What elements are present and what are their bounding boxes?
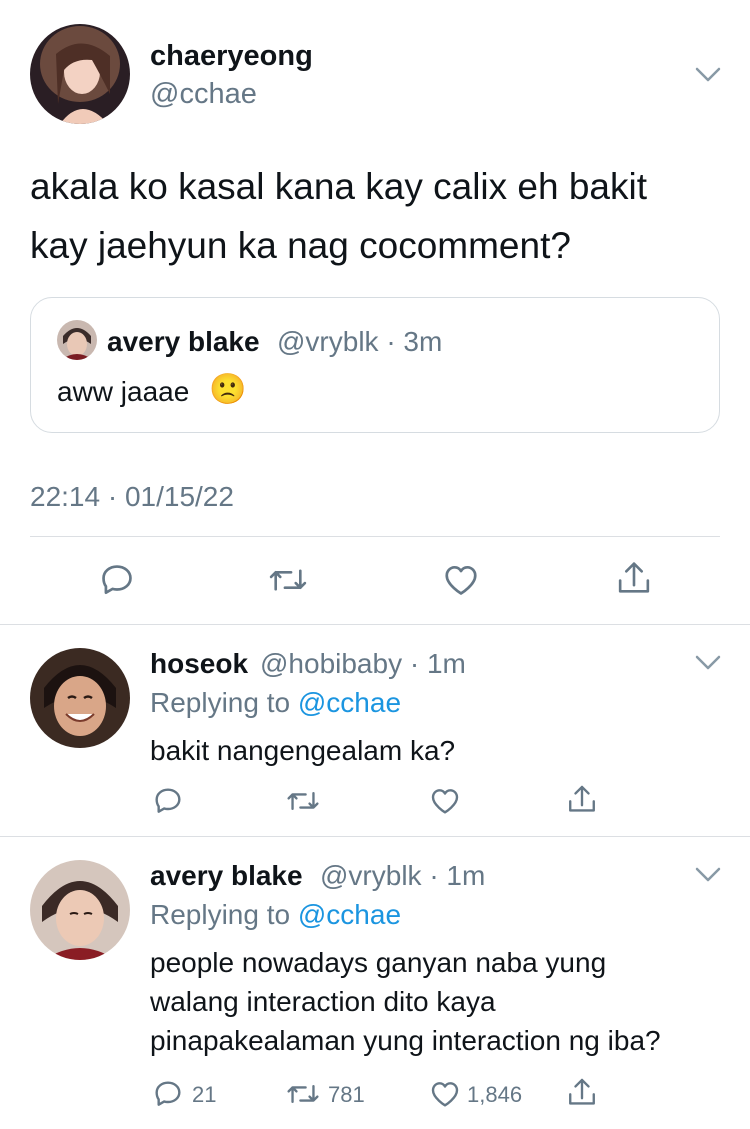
reply-icon[interactable] (98, 561, 136, 599)
reply-display-name[interactable]: avery blake (150, 860, 303, 892)
divider (30, 536, 720, 537)
tweet-timestamp[interactable]: 22:14 · 01/15/22 (30, 481, 234, 513)
like-icon[interactable] (428, 785, 462, 817)
replying-to-label: Replying to (150, 687, 291, 718)
reply-count: 21 (192, 1082, 217, 1107)
like-count: 1,846 (467, 1082, 523, 1107)
reply-text-line-3: pinapakealaman yung interaction ng iba? (150, 1025, 661, 1056)
retweet-count: 781 (328, 1082, 365, 1107)
divider (0, 836, 750, 837)
reply-text-line-1: people nowadays ganyan naba yung (150, 947, 607, 978)
share-icon[interactable] (566, 783, 598, 817)
reply-handle-time[interactable]: @vryblk · 1m (320, 860, 485, 892)
avatar-avery-blake[interactable] (30, 860, 130, 960)
like-icon[interactable] (441, 561, 481, 599)
display-name[interactable]: chaeryeong (150, 40, 313, 73)
chevron-down-icon[interactable] (694, 652, 722, 672)
avatar-chaeryeong[interactable] (30, 24, 130, 124)
reply-text-line: bakit nangengealam ka? (150, 735, 456, 766)
divider (0, 624, 750, 625)
avatar-hoseok[interactable] (30, 648, 130, 748)
quoted-text: aww jaaae (57, 376, 190, 407)
share-icon[interactable] (566, 1076, 598, 1110)
retweet-icon[interactable] (286, 1078, 320, 1110)
chevron-down-icon[interactable] (694, 64, 722, 84)
replying-to-handle-link[interactable]: @cchae (298, 687, 401, 718)
reply-handle-time[interactable]: @hobibaby · 1m (260, 648, 466, 680)
frowning-face-emoji: 🙁 (209, 372, 247, 407)
quoted-tweet-card[interactable]: avery blake @vryblk · 3m aww jaaae 🙁 (30, 297, 720, 433)
reply-icon[interactable] (152, 1078, 184, 1110)
user-handle[interactable]: @cchae (150, 78, 257, 111)
reply-text-line-2: walang interaction dito kaya (150, 986, 496, 1017)
replying-to-line: Replying to @cchae (150, 687, 401, 719)
tweet-text-line-2: kay jaehyun ka nag cocomment? (30, 225, 571, 266)
tweet-text-line-1: akala ko kasal kana kay calix eh bakit (30, 166, 648, 207)
quoted-handle-time: @vryblk · 3m (277, 326, 443, 357)
retweet-icon[interactable] (268, 561, 308, 599)
quoted-display-name: avery blake (107, 326, 260, 357)
retweet-icon[interactable] (286, 785, 320, 817)
replying-to-label: Replying to (150, 899, 291, 930)
replying-to-line: Replying to @cchae (150, 899, 401, 931)
reply-display-name[interactable]: hoseok (150, 648, 248, 680)
avatar-avery-blake-small (57, 320, 97, 360)
reply-icon[interactable] (152, 785, 184, 817)
like-icon[interactable] (428, 1078, 462, 1110)
chevron-down-icon[interactable] (694, 864, 722, 884)
replying-to-handle-link[interactable]: @cchae (298, 899, 401, 930)
share-icon[interactable] (615, 559, 653, 599)
